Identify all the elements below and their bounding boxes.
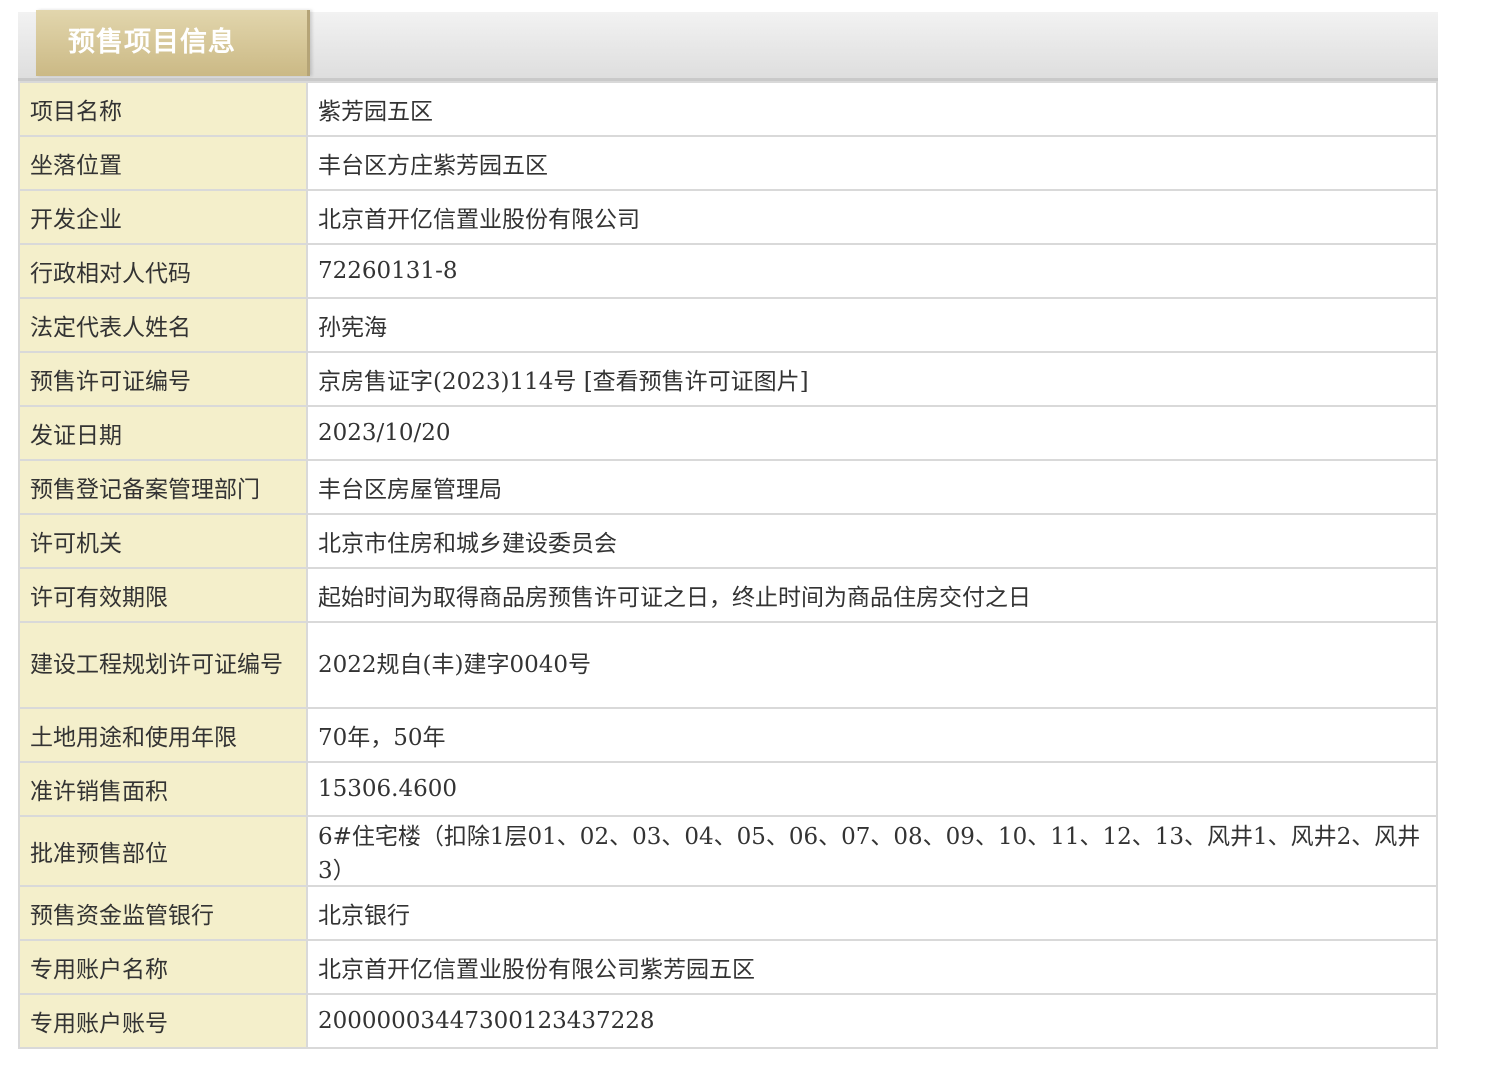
field-label: 法定代表人姓名	[18, 297, 308, 353]
field-value: 丰台区房屋管理局	[306, 459, 1438, 515]
field-value: 15306.4600	[306, 761, 1438, 817]
field-value: 起始时间为取得商品房预售许可证之日，终止时间为商品住房交付之日	[306, 567, 1438, 623]
field-label: 批准预售部位	[18, 815, 308, 887]
field-value: 北京首开亿信置业股份有限公司	[306, 189, 1438, 245]
table-row: 预售许可证编号 京房售证字(2023)114号 [查看预售许可证图片]	[18, 351, 1438, 407]
table-row: 建设工程规划许可证编号 2022规自(丰)建字0040号	[18, 621, 1438, 709]
table-row: 许可有效期限 起始时间为取得商品房预售许可证之日，终止时间为商品住房交付之日	[18, 567, 1438, 623]
view-permit-image-link[interactable]: [查看预售许可证图片]	[584, 369, 809, 395]
table-row: 准许销售面积 15306.4600	[18, 761, 1438, 817]
tab-presale-project-info[interactable]: 预售项目信息	[36, 10, 310, 76]
field-label: 开发企业	[18, 189, 308, 245]
field-value: 2022规自(丰)建字0040号	[306, 621, 1438, 709]
table-row: 预售资金监管银行 北京银行	[18, 885, 1438, 941]
table-row: 专用账户名称 北京首开亿信置业股份有限公司紫芳园五区	[18, 939, 1438, 995]
field-label: 坐落位置	[18, 135, 308, 191]
field-label: 预售许可证编号	[18, 351, 308, 407]
field-label: 预售资金监管银行	[18, 885, 308, 941]
field-label: 许可机关	[18, 513, 308, 569]
table-row: 开发企业 北京首开亿信置业股份有限公司	[18, 189, 1438, 245]
field-value: 20000003447300123437228	[306, 993, 1438, 1049]
field-value: 紫芳园五区	[306, 81, 1438, 137]
table-row: 行政相对人代码 72260131-8	[18, 243, 1438, 299]
field-label: 准许销售面积	[18, 761, 308, 817]
field-value: 丰台区方庄紫芳园五区	[306, 135, 1438, 191]
table-row: 发证日期 2023/10/20	[18, 405, 1438, 461]
field-value: 北京银行	[306, 885, 1438, 941]
permit-number-text: 京房售证字(2023)114号	[318, 369, 584, 395]
presale-info-panel: 预售项目信息 项目名称 紫芳园五区 坐落位置 丰台区方庄紫芳园五区 开发企业 北…	[18, 10, 1438, 1049]
table-row: 专用账户账号 20000003447300123437228	[18, 993, 1438, 1049]
field-value: 6#住宅楼（扣除1层01、02、03、04、05、06、07、08、09、10、…	[306, 815, 1438, 887]
table-row: 许可机关 北京市住房和城乡建设委员会	[18, 513, 1438, 569]
table-row: 坐落位置 丰台区方庄紫芳园五区	[18, 135, 1438, 191]
field-label: 发证日期	[18, 405, 308, 461]
section-tab-bar: 预售项目信息	[18, 10, 1438, 81]
field-value: 72260131-8	[306, 243, 1438, 299]
field-label: 专用账户账号	[18, 993, 308, 1049]
field-label: 行政相对人代码	[18, 243, 308, 299]
field-label: 项目名称	[18, 81, 308, 137]
field-label: 许可有效期限	[18, 567, 308, 623]
table-row: 土地用途和使用年限 70年，50年	[18, 707, 1438, 763]
field-value: 2023/10/20	[306, 405, 1438, 461]
field-label: 预售登记备案管理部门	[18, 459, 308, 515]
field-value: 70年，50年	[306, 707, 1438, 763]
presale-info-table: 项目名称 紫芳园五区 坐落位置 丰台区方庄紫芳园五区 开发企业 北京首开亿信置业…	[18, 81, 1438, 1049]
field-value-permit-number: 京房售证字(2023)114号 [查看预售许可证图片]	[306, 351, 1438, 407]
field-label: 建设工程规划许可证编号	[18, 621, 308, 709]
field-value: 北京首开亿信置业股份有限公司紫芳园五区	[306, 939, 1438, 995]
table-row: 项目名称 紫芳园五区	[18, 81, 1438, 137]
table-row: 预售登记备案管理部门 丰台区房屋管理局	[18, 459, 1438, 515]
table-row: 法定代表人姓名 孙宪海	[18, 297, 1438, 353]
field-value: 北京市住房和城乡建设委员会	[306, 513, 1438, 569]
field-value: 孙宪海	[306, 297, 1438, 353]
field-label: 土地用途和使用年限	[18, 707, 308, 763]
table-row: 批准预售部位 6#住宅楼（扣除1层01、02、03、04、05、06、07、08…	[18, 815, 1438, 887]
field-label: 专用账户名称	[18, 939, 308, 995]
